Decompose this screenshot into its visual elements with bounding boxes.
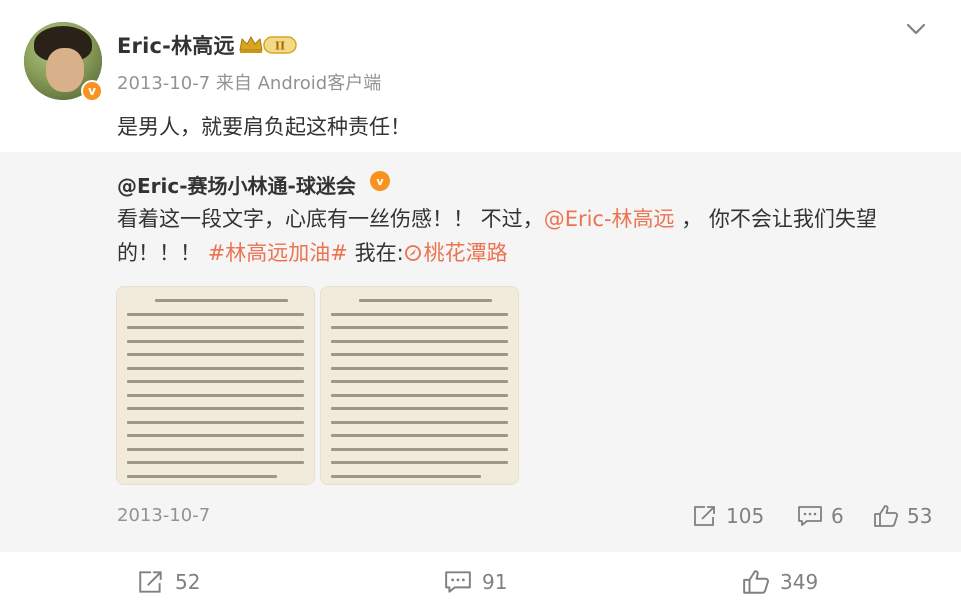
vip-badge-icon[interactable]: II — [238, 34, 298, 56]
post-meta: 2013-10-7 来自 Android客户端 — [117, 73, 382, 94]
image-thumbnail-2[interactable] — [320, 286, 519, 485]
repost-text: 看着这一段文字，心底有一丝伤感！！ 不过，@Eric-林高远 ， 你不会让我们失… — [117, 202, 887, 270]
location-link[interactable]: 桃花潭路 — [424, 241, 508, 265]
user-name[interactable]: Eric-林高远 — [117, 30, 235, 60]
share-icon — [139, 571, 162, 593]
repost-card[interactable]: @Eric-赛场小林通-球迷会 v 看着这一段文字，心底有一丝伤感！！ 不过，@… — [0, 152, 961, 552]
verified-badge-icon: v — [81, 80, 103, 102]
post-text: 是男人，就要肩负起这种责任！ — [117, 115, 411, 139]
repost-author[interactable]: @Eric-赛场小林通-球迷会 — [117, 170, 356, 199]
image-thumbnail-1[interactable] — [116, 286, 315, 485]
hashtag-link[interactable]: #林高远加油# — [208, 241, 348, 265]
thumbs-up-icon — [743, 570, 769, 594]
verified-badge-icon: v — [370, 171, 390, 191]
thumbs-up-icon — [874, 505, 899, 527]
comment-count: 91 — [482, 570, 508, 594]
repost-share-button[interactable]: 105 — [692, 501, 764, 531]
like-button[interactable]: 349 — [742, 567, 818, 597]
mention-link[interactable]: @Eric-林高远 — [544, 207, 675, 231]
repost-text-part1: 看着这一段文字，心底有一丝伤感！！ 不过， — [117, 207, 544, 231]
repost-like-button[interactable]: 53 — [873, 501, 932, 531]
repost-comment-count: 6 — [831, 504, 844, 528]
share-button[interactable]: 52 — [137, 567, 200, 597]
repost-comment-button[interactable]: 6 — [797, 501, 844, 531]
post-header: v Eric-林高远 II 2013-10-7 来自 Android客户端 是男… — [0, 0, 961, 150]
repost-date: 2013-10-7 — [117, 505, 211, 526]
like-count: 349 — [780, 570, 819, 594]
repost-like-count: 53 — [907, 504, 933, 528]
repost-share-count: 105 — [726, 504, 765, 528]
location-prefix: 我在: — [347, 241, 404, 265]
chevron-down-icon[interactable] — [903, 16, 929, 42]
vip-level: II — [275, 40, 285, 53]
comment-icon — [445, 571, 471, 593]
post-action-bar: 52 91 349 — [0, 552, 961, 604]
location-icon — [404, 245, 421, 261]
share-icon — [694, 506, 715, 526]
share-count: 52 — [175, 570, 201, 594]
comment-button[interactable]: 91 — [444, 567, 507, 597]
comment-icon — [798, 506, 822, 526]
